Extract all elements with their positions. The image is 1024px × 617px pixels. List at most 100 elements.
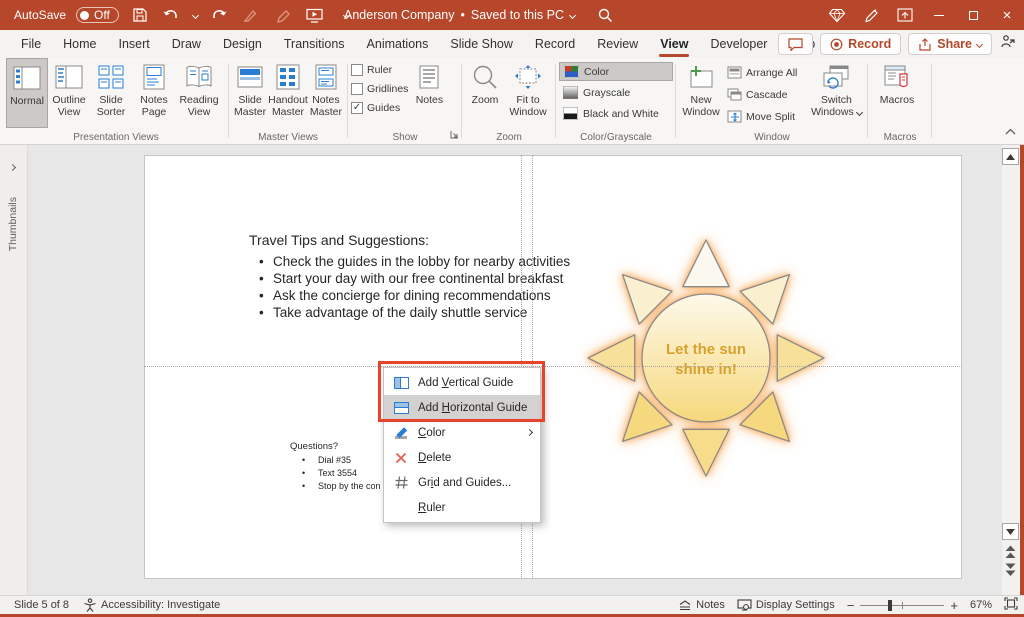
accessibility-status[interactable]: Accessibility: Investigate: [83, 598, 220, 612]
minimize-button[interactable]: [922, 0, 956, 30]
slide-master-icon: [237, 62, 263, 92]
new-window-button[interactable]: New Window: [679, 58, 723, 128]
questions-textbox[interactable]: Questions? Dial #35 Text 3554 Stop by th…: [290, 441, 381, 493]
slide-sorter-button[interactable]: Slide Sorter: [90, 58, 132, 128]
cascade-button[interactable]: Cascade: [727, 84, 797, 105]
premium-diamond-icon[interactable]: [820, 0, 854, 30]
menu-item-delete[interactable]: Delete: [384, 445, 540, 470]
tab-draw[interactable]: Draw: [161, 30, 212, 58]
macros-button[interactable]: Macros: [871, 58, 923, 128]
grayscale-button[interactable]: Grayscale: [559, 83, 673, 102]
handout-master-button[interactable]: Handout Master: [268, 58, 308, 128]
normal-view-button[interactable]: Normal: [6, 58, 48, 128]
close-button[interactable]: ×: [990, 0, 1024, 30]
record-dot-icon: [830, 38, 843, 51]
guides-checkbox-box: ✓: [351, 102, 363, 114]
editing-pen-icon[interactable]: [854, 0, 888, 30]
share-icon: [918, 38, 932, 51]
zoom-slider-track[interactable]: [860, 605, 944, 606]
sun-graphic[interactable]: Let the sun shine in!: [566, 213, 846, 508]
black-and-white-button[interactable]: Black and White: [559, 104, 673, 123]
tab-developer[interactable]: Developer: [699, 30, 778, 58]
reading-view-button[interactable]: Reading View: [176, 58, 222, 128]
grayscale-label: Grayscale: [583, 87, 630, 99]
menu-item-grid-and-guides[interactable]: Grid and Guides...: [384, 470, 540, 495]
notes-master-button[interactable]: Notes Master: [308, 58, 344, 128]
notes-page-button[interactable]: Notes Page: [132, 58, 176, 128]
tab-animations[interactable]: Animations: [356, 30, 440, 58]
fit-slide-to-window-button[interactable]: [1004, 597, 1018, 613]
expand-thumbnails-chevron-icon[interactable]: [9, 164, 16, 171]
vertical-scrollbar[interactable]: [1002, 145, 1020, 595]
menu-item-label: Add Horizontal Guide: [418, 402, 527, 414]
menu-item-add-vertical-guide[interactable]: Add Vertical Guide: [384, 370, 540, 395]
color-button[interactable]: Color: [559, 62, 673, 81]
show-dialog-launcher-icon[interactable]: [450, 130, 459, 142]
tab-file[interactable]: File: [10, 30, 52, 58]
redo-icon[interactable]: [208, 4, 230, 26]
tab-insert[interactable]: Insert: [108, 30, 161, 58]
undo-dropdown-chevron-icon[interactable]: [192, 11, 199, 18]
switch-windows-button[interactable]: Switch Windows: [809, 58, 863, 128]
arrange-all-label: Arrange All: [746, 67, 797, 79]
zoom-out-button[interactable]: −: [847, 598, 855, 613]
slide-master-button[interactable]: Slide Master: [232, 58, 268, 128]
tab-design[interactable]: Design: [212, 30, 273, 58]
gridlines-checkbox[interactable]: Gridlines: [351, 82, 408, 95]
zoom-slider[interactable]: − +: [847, 598, 958, 613]
maximize-button[interactable]: [956, 0, 990, 30]
menu-item-label: Color: [418, 427, 446, 439]
comments-button[interactable]: [778, 33, 813, 55]
thumbnails-pane-collapsed[interactable]: Thumbnails: [0, 145, 28, 595]
slide-number-indicator[interactable]: Slide 5 of 8: [14, 599, 69, 611]
arrange-all-button[interactable]: Arrange All: [727, 62, 797, 83]
start-slideshow-icon[interactable]: [304, 4, 326, 26]
share-button[interactable]: Share: [908, 33, 992, 55]
collapse-ribbon-icon[interactable]: [1005, 126, 1016, 138]
record-button[interactable]: Record: [820, 33, 901, 55]
tab-home[interactable]: Home: [52, 30, 107, 58]
outline-view-button[interactable]: Outline View: [48, 58, 90, 128]
tab-view[interactable]: View: [649, 30, 699, 58]
zoom-button[interactable]: Zoom: [465, 58, 505, 128]
zoom-in-button[interactable]: +: [950, 598, 958, 613]
search-icon[interactable]: [594, 4, 616, 26]
horizontal-guide[interactable]: [144, 366, 962, 367]
autosave-toggle[interactable]: Off: [76, 7, 119, 23]
guides-checkbox[interactable]: ✓ Guides: [351, 101, 408, 114]
zoom-percentage[interactable]: 67%: [970, 599, 992, 611]
zoom-slider-thumb[interactable]: [888, 600, 892, 611]
move-split-icon: [727, 110, 742, 123]
title-dropdown-chevron-icon[interactable]: [569, 11, 576, 18]
tab-record[interactable]: Record: [524, 30, 586, 58]
previous-slide-button[interactable]: [1004, 545, 1017, 564]
cascade-label: Cascade: [746, 89, 787, 101]
cascade-icon: [727, 88, 742, 101]
save-icon[interactable]: [129, 4, 151, 26]
ribbon-display-options-icon[interactable]: [888, 0, 922, 30]
macros-icon: [884, 62, 910, 92]
menu-item-color[interactable]: Color: [384, 420, 540, 445]
move-split-button[interactable]: Move Split: [727, 106, 797, 127]
group-label-color-grayscale: Color/Grayscale: [559, 132, 673, 143]
tab-slide-show[interactable]: Slide Show: [439, 30, 524, 58]
next-slide-button[interactable]: [1004, 563, 1017, 582]
undo-icon[interactable]: [161, 4, 183, 26]
slide-canvas[interactable]: Travel Tips and Suggestions: Check the g…: [144, 155, 962, 579]
tab-transitions[interactable]: Transitions: [273, 30, 356, 58]
questions-bullet: Stop by the con: [290, 480, 381, 493]
presenter-coach-icon[interactable]: [999, 34, 1016, 54]
notes-button[interactable]: Notes: [411, 58, 447, 128]
ruler-checkbox[interactable]: Ruler: [351, 63, 408, 76]
ribbon-separator: [867, 64, 868, 138]
scroll-up-button[interactable]: [1002, 148, 1019, 165]
highlighter-icon: [240, 4, 262, 26]
tab-review[interactable]: Review: [586, 30, 649, 58]
scroll-down-button[interactable]: [1002, 523, 1019, 540]
notes-toggle[interactable]: Notes: [678, 599, 725, 611]
menu-item-add-horizontal-guide[interactable]: Add Horizontal Guide: [384, 395, 540, 420]
guide-context-menu: Add Vertical Guide Add Horizontal Guide …: [383, 367, 541, 523]
fit-to-window-button[interactable]: Fit to Window: [505, 58, 551, 128]
menu-item-ruler[interactable]: Ruler: [384, 495, 540, 520]
display-settings-button[interactable]: Display Settings: [737, 599, 835, 611]
